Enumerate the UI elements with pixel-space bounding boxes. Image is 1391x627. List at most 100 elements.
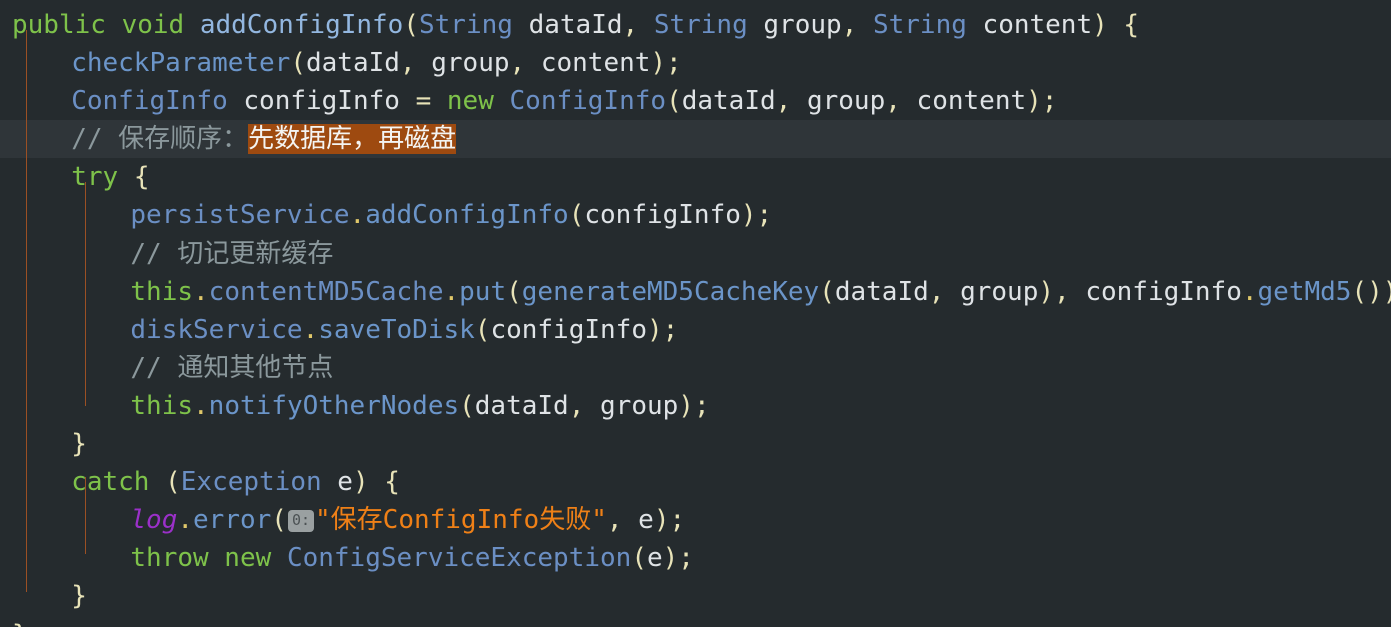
code-token: dataId [306, 48, 400, 79]
code-line[interactable]: checkParameter(dataId, group, content); [0, 44, 1391, 82]
code-token: catch [71, 467, 166, 498]
code-token: ( [474, 314, 491, 345]
code-token: e [321, 467, 353, 498]
code-token: . [177, 505, 194, 536]
code-line[interactable]: } [0, 577, 1391, 615]
code-editor[interactable]: public void addConfigInfo(String dataId,… [0, 0, 1391, 627]
code-token: . [302, 314, 319, 345]
code-line[interactable]: // 通知其他节点 [0, 349, 1391, 387]
code-line[interactable]: ConfigInfo configInfo = new ConfigInfo(d… [0, 82, 1391, 120]
code-token: . [349, 200, 366, 231]
code-token: put [459, 276, 507, 307]
code-token: ); [740, 200, 773, 231]
inlay-parameter-hint[interactable]: 0: [287, 510, 315, 533]
code-token: = [415, 86, 447, 117]
code-token: , [885, 86, 917, 117]
code-token: group [747, 10, 842, 40]
code-token: content [540, 48, 651, 79]
code-token: . [443, 276, 460, 307]
code-token: ); [678, 390, 710, 421]
code-token: ( [403, 10, 419, 40]
code-token: , [775, 86, 807, 117]
code-token: , [509, 48, 541, 79]
code-token: ( [631, 543, 647, 574]
code-line[interactable]: this.notifyOtherNodes(dataId, group); [0, 387, 1391, 425]
code-token: } [12, 620, 28, 627]
code-line[interactable]: // 保存顺序：先数据库，再磁盘 [0, 120, 1391, 158]
code-token: notifyOtherNodes [208, 390, 460, 421]
code-text-layer[interactable]: public void addConfigInfo(String dataId,… [0, 0, 1391, 627]
code-line[interactable]: diskService.saveToDisk(configInfo); [0, 311, 1391, 349]
code-token: ); [653, 505, 686, 536]
code-token: // 切记更新缓存 [130, 238, 334, 269]
code-token: ); [662, 543, 694, 574]
code-token: dataId [681, 86, 776, 117]
code-token: group [431, 48, 510, 79]
code-token: content [966, 10, 1093, 40]
code-token: ()); [1351, 276, 1391, 307]
code-token: ) { [352, 467, 400, 498]
code-token: "保存ConfigInfo失败" [315, 505, 607, 536]
code-token: content [916, 86, 1027, 117]
code-token: ); [650, 48, 682, 79]
code-token: ( [165, 467, 181, 498]
code-token: group [806, 86, 886, 117]
code-token: e [638, 505, 654, 536]
code-token: String [872, 10, 967, 40]
code-token: contentMD5Cache [208, 276, 444, 307]
code-token: configInfo [490, 314, 647, 345]
code-token: , [841, 10, 873, 40]
code-line[interactable]: log.error(0: "保存ConfigInfo失败", e); [0, 501, 1391, 539]
code-token: String [653, 10, 748, 40]
code-line[interactable]: this.contentMD5Cache.put(generateMD5Cach… [0, 273, 1391, 311]
code-token: try [71, 162, 134, 193]
code-token: { [133, 162, 150, 193]
code-line[interactable]: } [0, 425, 1391, 463]
code-token: dataId [474, 390, 569, 421]
code-token: checkParameter [71, 48, 291, 79]
code-token: // 保存顺序： [71, 124, 249, 155]
code-token: group [960, 276, 1039, 307]
code-token: addConfigInfo [199, 10, 404, 40]
code-token: error [193, 505, 272, 536]
code-token: , [622, 10, 654, 40]
code-token: } [71, 581, 87, 612]
code-token: , [606, 505, 639, 536]
code-token: new [446, 86, 510, 117]
code-token: , [399, 48, 432, 79]
code-token: log [130, 505, 178, 536]
code-token: ( [506, 276, 522, 307]
code-token: this [130, 390, 194, 421]
code-token: ( [568, 200, 585, 231]
code-token: dataId [512, 10, 623, 40]
code-token: String [419, 10, 513, 40]
code-token: addConfigInfo [365, 200, 569, 231]
code-token: ) { [1092, 10, 1140, 40]
code-line[interactable]: persistService.addConfigInfo(configInfo)… [0, 196, 1391, 234]
code-line[interactable]: } [0, 616, 1391, 627]
code-token: } [71, 429, 87, 460]
code-token: configInfo [1085, 276, 1242, 307]
code-token: e [646, 543, 663, 574]
code-token: ( [459, 390, 475, 421]
code-token: ( [819, 276, 835, 307]
code-token: , [568, 390, 601, 421]
code-token: getMd5 [1257, 276, 1352, 307]
code-token: dataId [834, 276, 929, 307]
code-token: public void [12, 10, 200, 40]
code-token: ( [271, 505, 287, 536]
code-line[interactable]: try { [0, 158, 1391, 196]
code-token: generateMD5CacheKey [521, 276, 820, 307]
selected-text[interactable]: 先数据库，再磁盘 [248, 124, 457, 155]
code-token: . [193, 276, 209, 307]
code-token: persistService [130, 200, 350, 231]
code-token: Exception [180, 467, 322, 498]
code-token: configInfo [584, 200, 741, 231]
code-line[interactable]: catch (Exception e) { [0, 463, 1391, 501]
code-token: ConfigServiceException [286, 543, 632, 574]
code-line[interactable]: // 切记更新缓存 [0, 235, 1391, 273]
code-token: this [130, 276, 194, 307]
code-line[interactable]: throw new ConfigServiceException(e); [0, 539, 1391, 577]
code-line[interactable]: public void addConfigInfo(String dataId,… [0, 6, 1391, 44]
code-token: ); [646, 314, 679, 345]
